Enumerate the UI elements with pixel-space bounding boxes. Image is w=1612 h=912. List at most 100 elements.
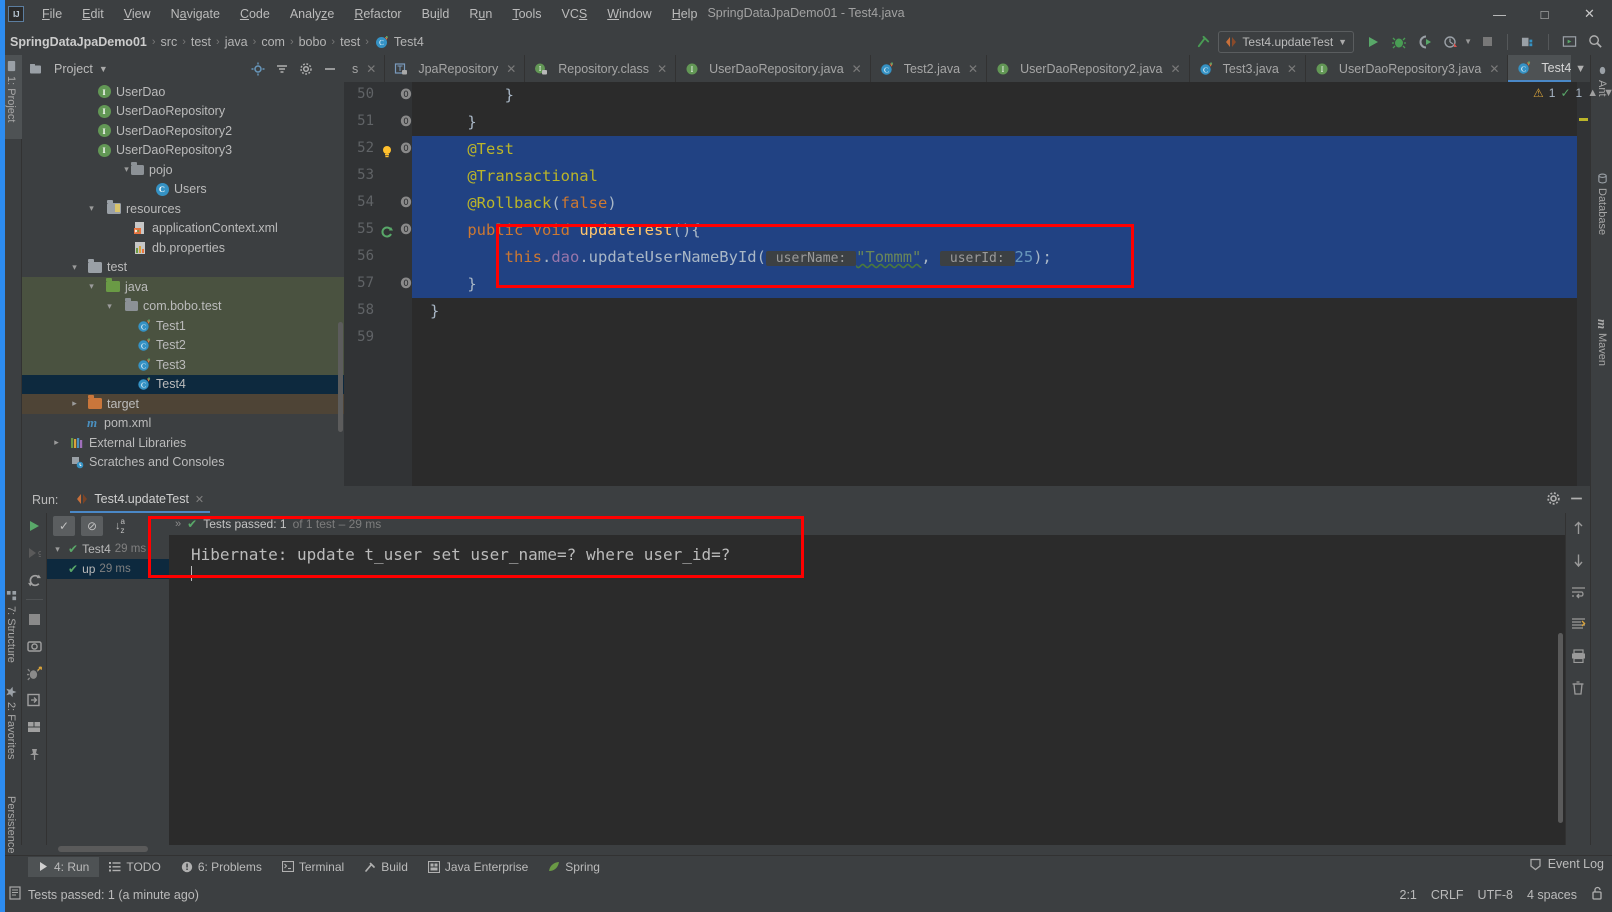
close-icon[interactable]: ✕ [1171, 62, 1181, 76]
menu-run[interactable]: Run [459, 3, 502, 25]
breadcrumb-com[interactable]: com [261, 35, 285, 49]
tree-item-userdao[interactable]: I UserDao [22, 82, 344, 102]
export-icon[interactable] [25, 691, 43, 709]
gear-icon[interactable] [295, 58, 317, 80]
profiler-icon[interactable] [1440, 31, 1462, 53]
editor-tab-userdaorepository3[interactable]: I UserDaoRepository3.java ✕ [1305, 55, 1509, 82]
scroll-to-end-icon[interactable] [1569, 615, 1587, 633]
code-editor[interactable]: 50 51 52 53 54 55 56 57 58 59 ⓿ ⓿ ⓿ ⓿ ⓿ … [344, 82, 1590, 486]
close-icon[interactable]: ✕ [195, 493, 204, 506]
indent-setting[interactable]: 4 spaces [1527, 888, 1577, 902]
menu-refactor[interactable]: Refactor [344, 3, 411, 25]
run-configuration-selector[interactable]: Test4.updateTest ▼ [1218, 30, 1355, 53]
locate-file-icon[interactable] [247, 58, 269, 80]
print-icon[interactable] [1569, 647, 1587, 665]
tree-item-dbproperties[interactable]: db.properties [22, 238, 344, 258]
chevron-down-icon[interactable]: ▾ [68, 262, 81, 273]
fold-marker[interactable]: ⓿ [400, 194, 412, 210]
layout-icon[interactable] [25, 718, 43, 736]
menu-vcs[interactable]: VCS [552, 3, 598, 25]
editor-tab-test4[interactable]: C Test4.java ✕ [1508, 55, 1572, 82]
close-icon[interactable]: ✕ [852, 62, 862, 76]
menu-edit[interactable]: Edit [72, 3, 114, 25]
chevron-right-icon[interactable]: ▸ [50, 437, 63, 448]
search-everywhere-icon[interactable] [1584, 31, 1606, 53]
editor-tab-partial[interactable]: s ✕ [344, 55, 386, 82]
tree-item-userdaorepository3[interactable]: I UserDaoRepository3 [22, 141, 344, 161]
minimize-icon[interactable] [1569, 491, 1584, 509]
test-tree-row-class[interactable]: ▾ ✔ Test4 29 ms [47, 539, 169, 559]
expand-summary-icon[interactable]: » [175, 518, 181, 530]
code-line-55[interactable]: public void updateTest(){ [412, 217, 1590, 244]
prev-problem-icon[interactable]: ▲ [1587, 87, 1598, 99]
menu-code[interactable]: Code [230, 3, 280, 25]
code-line-57[interactable]: } [412, 271, 1590, 298]
code-line-51[interactable]: } [412, 109, 1590, 136]
build-hammer-icon[interactable] [1192, 31, 1214, 53]
hide-panel-icon[interactable] [319, 58, 341, 80]
clear-all-icon[interactable] [1569, 679, 1587, 697]
chevron-down-icon[interactable]: ▼ [1338, 37, 1347, 47]
soft-wrap-icon[interactable] [1569, 583, 1587, 601]
code-line-54[interactable]: @Rollback(false) [412, 190, 1590, 217]
rerun-test-icon[interactable] [380, 225, 394, 242]
menu-help[interactable]: Help [662, 3, 708, 25]
project-view-chevron-icon[interactable]: ▼ [99, 64, 108, 74]
tree-item-resources[interactable]: ▾ resources [22, 199, 344, 219]
tree-item-scratches[interactable]: Scratches and Consoles [22, 453, 344, 473]
fold-marker[interactable]: ⓿ [400, 86, 412, 102]
caret-position[interactable]: 2:1 [1400, 888, 1417, 902]
editor-tab-test2[interactable]: C Test2.java ✕ [870, 55, 988, 82]
menu-window[interactable]: Window [597, 3, 661, 25]
stop-icon[interactable] [1476, 31, 1498, 53]
console-scrollbar[interactable] [1558, 633, 1563, 823]
debug-icon[interactable] [25, 664, 43, 682]
open-in-browser-icon[interactable] [1558, 31, 1580, 53]
test-tree-row-method[interactable]: ✔ up 29 ms [47, 559, 169, 579]
tree-item-test2[interactable]: C Test2 [22, 335, 344, 355]
tree-item-userdaorepository[interactable]: I UserDaoRepository [22, 102, 344, 122]
breadcrumb-bobo[interactable]: bobo [299, 35, 327, 49]
bottom-tab-run[interactable]: 4: Run [28, 856, 100, 877]
gear-icon[interactable] [1546, 491, 1561, 509]
bottom-tab-spring[interactable]: Spring [538, 857, 610, 877]
editor-tab-userdaorepository2[interactable]: I UserDaoRepository2.java ✕ [987, 55, 1190, 82]
code-line-58[interactable]: } [412, 298, 1590, 325]
tree-item-pomxml[interactable]: m pom.xml [22, 414, 344, 434]
chevron-right-icon[interactable]: ▸ [68, 398, 81, 409]
project-tree-horizontal-scrollbar[interactable] [58, 846, 148, 852]
tree-item-test4[interactable]: C Test4 [22, 374, 344, 394]
debug-icon[interactable] [1388, 31, 1410, 53]
close-icon[interactable]: ✕ [506, 62, 516, 76]
code-line-50[interactable]: } [412, 82, 1590, 109]
tree-item-pojo[interactable]: ▾ pojo [22, 160, 344, 180]
event-log-button[interactable]: Event Log [1529, 857, 1604, 871]
tree-item-java-folder[interactable]: ▾ java [22, 277, 344, 297]
project-structure-icon[interactable] [1517, 31, 1539, 53]
minimize-button[interactable]: — [1477, 0, 1522, 28]
bottom-tab-todo[interactable]: TODO [99, 857, 170, 877]
chevron-down-icon[interactable]: ▾ [103, 301, 116, 312]
expand-collapse-icon[interactable] [271, 58, 293, 80]
menu-tools[interactable]: Tools [502, 3, 551, 25]
sidebar-item-maven[interactable]: m Maven [1591, 313, 1612, 401]
toggle-auto-test-icon[interactable] [25, 571, 43, 589]
profiler-dropdown-caret[interactable]: ▼ [1464, 37, 1472, 46]
breadcrumb-project[interactable]: SpringDataJpaDemo01 [10, 35, 147, 49]
tree-item-test1[interactable]: C Test1 [22, 316, 344, 336]
chevron-down-icon[interactable]: ▼ [1575, 63, 1586, 75]
next-problem-icon[interactable]: ▼ [1603, 87, 1612, 99]
sidebar-item-database[interactable]: Database [1591, 167, 1612, 272]
bottom-tab-build[interactable]: Build [354, 857, 418, 877]
menu-build[interactable]: Build [412, 3, 460, 25]
menu-file[interactable]: File [32, 3, 72, 25]
menu-view[interactable]: View [114, 3, 161, 25]
bottom-tab-java-enterprise[interactable]: Java Enterprise [418, 857, 538, 877]
show-passed-toggle[interactable]: ✓ [53, 516, 75, 536]
unlocked-icon[interactable] [1591, 886, 1604, 903]
chevron-down-icon[interactable]: ▾ [85, 203, 98, 214]
editor-tab-repository-class[interactable]: I Repository.class ✕ [525, 55, 677, 82]
close-icon[interactable]: ✕ [968, 62, 978, 76]
sort-alphabetically-icon[interactable]: ↓ a z [109, 516, 131, 536]
bulb-icon[interactable] [380, 144, 394, 161]
